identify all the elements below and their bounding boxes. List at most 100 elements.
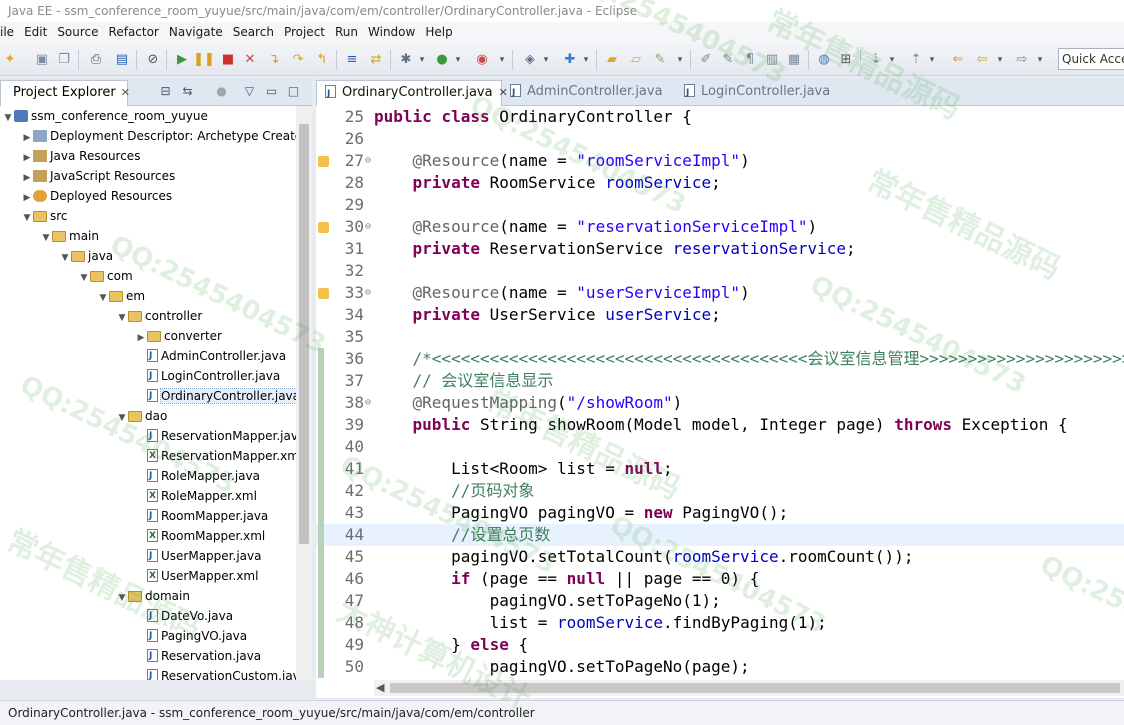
tree-item[interactable]: ▶ Java Resources — [21, 146, 141, 166]
search-tool-icon[interactable]: ✎ — [652, 52, 668, 68]
open-console-icon[interactable]: ▤ — [114, 52, 130, 68]
tree-item[interactable]: RoomMapper.java — [135, 506, 268, 526]
open-type-icon[interactable]: ▰ — [604, 52, 620, 68]
tree-item[interactable]: LoginController.java — [135, 366, 280, 386]
code-line[interactable]: 25 public class OrdinaryController { — [316, 106, 1124, 128]
new-server-icon[interactable]: ◈ — [522, 52, 538, 68]
tree-item[interactable]: PagingVO.java — [135, 626, 247, 646]
tab-ordinary-controller[interactable]: OrdinaryController.java✕ — [316, 80, 508, 106]
focus-on-active-task-icon[interactable]: ● — [214, 84, 229, 99]
chevron-down-icon[interactable]: ▾ — [538, 52, 554, 68]
chevron-down-icon[interactable]: ▼ — [116, 308, 128, 328]
menu-source[interactable]: Source — [52, 22, 103, 43]
code-line[interactable]: 37 // 会议室信息显示 — [316, 370, 1124, 392]
code-line[interactable]: 44 //设置总页数 — [316, 524, 1124, 546]
step-return-icon[interactable]: ↰ — [314, 52, 330, 68]
disconnect-icon[interactable]: ✕ — [242, 52, 258, 68]
tree-item[interactable]: ▼ em — [97, 286, 146, 308]
menu-file[interactable]: ile — [0, 22, 19, 43]
code-line[interactable]: 28 private RoomService roomService; — [316, 172, 1124, 194]
debug-icon[interactable]: ✱ — [398, 52, 414, 68]
menu-run[interactable]: Run — [330, 22, 363, 43]
code-area[interactable]: 25 public class OrdinaryController {26 27 ⊖… — [316, 106, 1124, 680]
code-line[interactable]: 30 ⊖ @Resource(name = "reservationService… — [316, 216, 1124, 238]
menu-navigate[interactable]: Navigate — [164, 22, 228, 43]
chevron-down-icon[interactable]: ▾ — [578, 52, 594, 68]
tab-login-controller[interactable]: LoginController.java — [676, 80, 856, 106]
code-line[interactable]: 45 pagingVO.setTotalCount(roomService.ro… — [316, 546, 1124, 568]
tree-item[interactable]: RoleMapper.xml — [135, 486, 257, 506]
print-icon[interactable]: ⎙ — [88, 52, 104, 68]
chevron-down-icon[interactable]: ▾ — [1032, 52, 1048, 68]
last-edit-location-icon[interactable]: ⇐ — [950, 52, 966, 68]
code-line[interactable]: 32 — [316, 260, 1124, 282]
tree-item[interactable]: Reservation.java — [135, 646, 261, 666]
tree-item[interactable]: ▼ controller — [116, 306, 203, 328]
code-line[interactable]: 34 private UserService userService; — [316, 304, 1124, 326]
scroll-left-icon[interactable]: ◀ — [376, 680, 384, 696]
terminate-icon[interactable]: ■ — [220, 52, 236, 68]
tree-item[interactable]: ▼ domain — [116, 586, 190, 606]
view-menu-icon[interactable]: ▽ — [242, 84, 257, 99]
use-step-filters-icon[interactable]: ≡ — [344, 52, 360, 68]
tree-item[interactable]: ▶ Deployment Descriptor: Archetype Create… — [21, 126, 296, 146]
tree-item[interactable]: ▶ JavaScript Resources — [21, 166, 176, 186]
code-line[interactable]: 35 — [316, 326, 1124, 348]
tree-item[interactable]: ▼ main — [40, 226, 99, 246]
globe-icon[interactable]: ◍ — [816, 52, 832, 68]
tree-scroll-thumb[interactable] — [299, 124, 309, 544]
chevron-down-icon[interactable]: ▼ — [78, 268, 90, 288]
save-all-icon[interactable]: ❐ — [56, 52, 72, 68]
code-line[interactable]: 49 } else { — [316, 634, 1124, 656]
chevron-down-icon[interactable]: ▾ — [672, 52, 688, 68]
code-line[interactable]: 42 //页码对象 — [316, 480, 1124, 502]
menu-refactor[interactable]: Refactor — [104, 22, 164, 43]
tree-item[interactable]: ReservationMapper.xml — [135, 446, 296, 466]
fold-toggle-icon[interactable]: ⊖ — [365, 150, 371, 172]
menu-search[interactable]: Search — [228, 22, 279, 43]
chevron-down-icon[interactable]: ▾ — [414, 52, 430, 68]
editor-horizontal-scrollbar[interactable]: ◀ — [374, 680, 1124, 696]
code-line[interactable]: 29 — [316, 194, 1124, 216]
tree-item[interactable]: ▼ com — [78, 266, 133, 286]
tree-item[interactable]: RoleMapper.java — [135, 466, 260, 486]
annotation-icon[interactable]: ▥ — [764, 52, 780, 68]
fold-toggle-icon[interactable]: ⊖ — [365, 216, 371, 238]
drop-to-frame-icon[interactable]: ⇄ — [368, 52, 384, 68]
chevron-down-icon[interactable]: ▾ — [924, 52, 940, 68]
chevron-down-icon[interactable]: ▼ — [97, 288, 109, 308]
save-icon[interactable]: ▣ — [34, 52, 50, 68]
open-task-icon[interactable]: ▱ — [628, 52, 644, 68]
chevron-down-icon[interactable]: ▼ — [116, 588, 128, 608]
forward-icon[interactable]: ⇨ — [1014, 52, 1030, 68]
tree-item[interactable]: UserMapper.java — [135, 546, 261, 566]
tree-item[interactable]: ▶ Deployed Resources — [21, 186, 173, 206]
tree-item[interactable]: AdminController.java — [135, 346, 286, 366]
minimize-icon[interactable]: ▭ — [264, 84, 279, 99]
tree-item[interactable]: ▼ src — [21, 206, 68, 226]
code-line[interactable]: 43 PagingVO pagingVO = new PagingVO(); — [316, 502, 1124, 524]
chevron-down-icon[interactable]: ▾ — [884, 52, 900, 68]
menu-window[interactable]: Window — [363, 22, 420, 43]
code-line[interactable]: 27 ⊖ @Resource(name = "roomServiceImpl") — [316, 150, 1124, 172]
tree-item[interactable]: ReservationCustom.java — [135, 666, 296, 680]
step-over-icon[interactable]: ↷ — [290, 52, 306, 68]
fold-toggle-icon[interactable]: ⊖ — [365, 282, 371, 304]
chevron-right-icon[interactable]: ▶ — [21, 128, 33, 148]
show-whitespace-icon[interactable]: ¶ — [742, 52, 758, 68]
new-icon[interactable]: ✦ — [2, 52, 18, 68]
back-icon[interactable]: ⇦ — [974, 52, 990, 68]
toggle-block-selection-icon[interactable]: ✎ — [720, 52, 736, 68]
chevron-down-icon[interactable]: ▼ — [40, 228, 52, 248]
tree-item[interactable]: ▼ ssm_conference_room_yuyue — [2, 106, 208, 126]
external-tools-icon[interactable]: ⊞ — [838, 52, 854, 68]
tree-item[interactable]: UserMapper.xml — [135, 566, 258, 586]
step-into-icon[interactable]: ↴ — [266, 52, 282, 68]
code-line[interactable]: 26 — [316, 128, 1124, 150]
code-line[interactable]: 48 list = roomService.findByPaging(1); — [316, 612, 1124, 634]
resume-icon[interactable]: ▶ — [174, 52, 190, 68]
code-line[interactable]: 38 ⊖ @RequestMapping("/showRoom") — [316, 392, 1124, 414]
run-icon[interactable]: ● — [434, 52, 450, 68]
code-line[interactable]: 36 /*<<<<<<<<<<<<<<<<<<<<<<<<<<<<<<<<<<<… — [316, 348, 1124, 370]
code-line[interactable]: 41 List<Room> list = null; — [316, 458, 1124, 480]
